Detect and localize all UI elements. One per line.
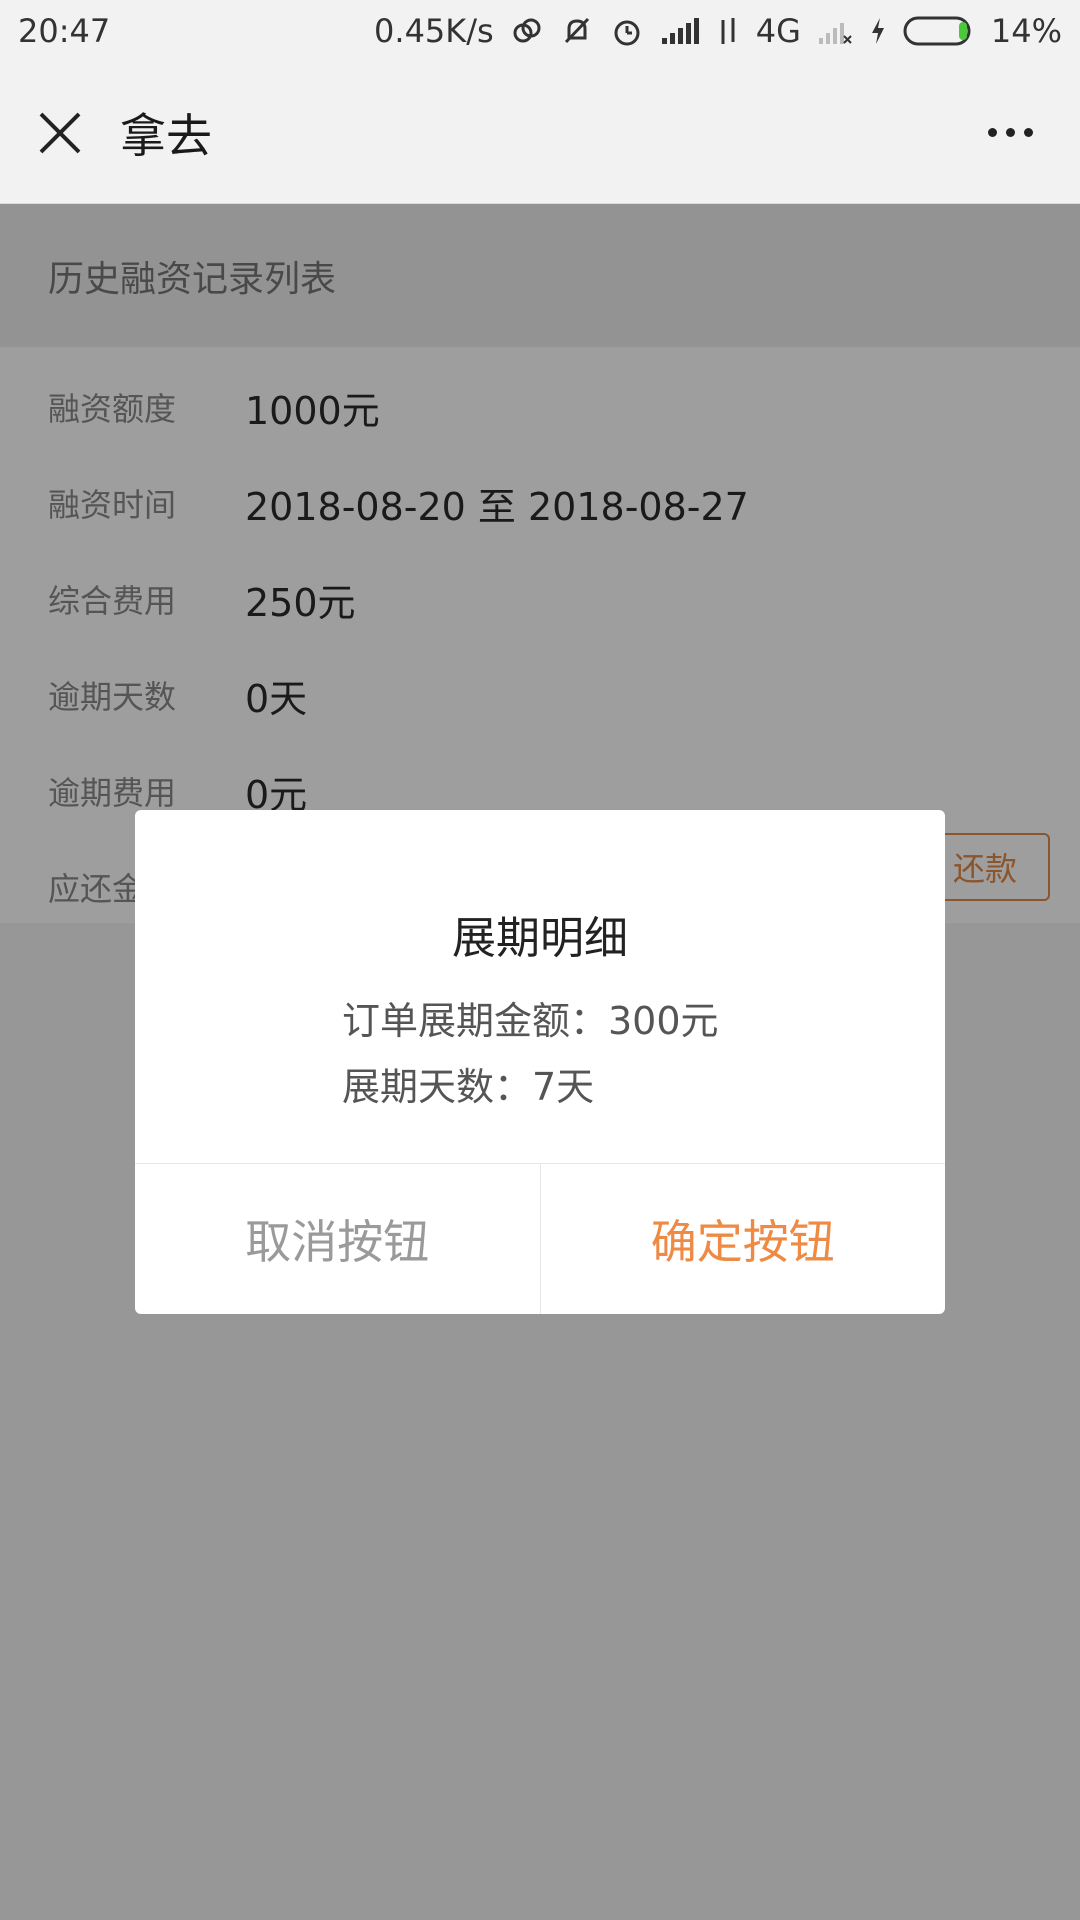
network-type: 4G xyxy=(755,12,801,50)
dialog-title: 展期明细 xyxy=(452,913,628,964)
more-dot-icon xyxy=(987,127,997,137)
page-title: 拿去 xyxy=(120,108,212,163)
link-icon xyxy=(510,14,544,48)
confirm-button[interactable]: 确定按钮 xyxy=(541,1164,946,1314)
network-speed: 0.45K/s xyxy=(374,12,494,50)
close-button[interactable] xyxy=(0,62,120,204)
extension-days-text: 展期天数：7天 xyxy=(342,1065,595,1109)
battery-level: 14% xyxy=(990,12,1062,50)
status-time: 20:47 xyxy=(18,12,111,50)
charging-icon xyxy=(869,16,887,46)
status-icons: 0.45K/s 4G 14% xyxy=(374,12,1062,50)
alarm-icon xyxy=(610,14,644,48)
cancel-button[interactable]: 取消按钮 xyxy=(135,1164,541,1314)
extension-amount-text: 订单展期金额：300元 xyxy=(342,999,719,1043)
signal-icon xyxy=(660,16,700,46)
dialog-body: 订单展期金额：300元 展期天数：7天 xyxy=(342,988,719,1120)
data-arrows-icon xyxy=(716,16,740,46)
battery-icon xyxy=(903,15,975,47)
status-bar: 20:47 0.45K/s 4G 14% xyxy=(0,0,1080,62)
close-icon xyxy=(39,112,81,153)
extension-detail-dialog: 展期明细 订单展期金额：300元 展期天数：7天 取消按钮 确定按钮 xyxy=(135,810,945,1314)
more-dot-icon xyxy=(1005,127,1015,137)
more-button[interactable] xyxy=(980,112,1040,152)
dialog-actions: 取消按钮 确定按钮 xyxy=(135,1164,945,1314)
mute-bell-icon xyxy=(560,14,594,48)
no-signal-icon xyxy=(817,16,853,46)
more-dot-icon xyxy=(1023,127,1033,137)
nav-bar: 拿去 xyxy=(0,62,1080,204)
